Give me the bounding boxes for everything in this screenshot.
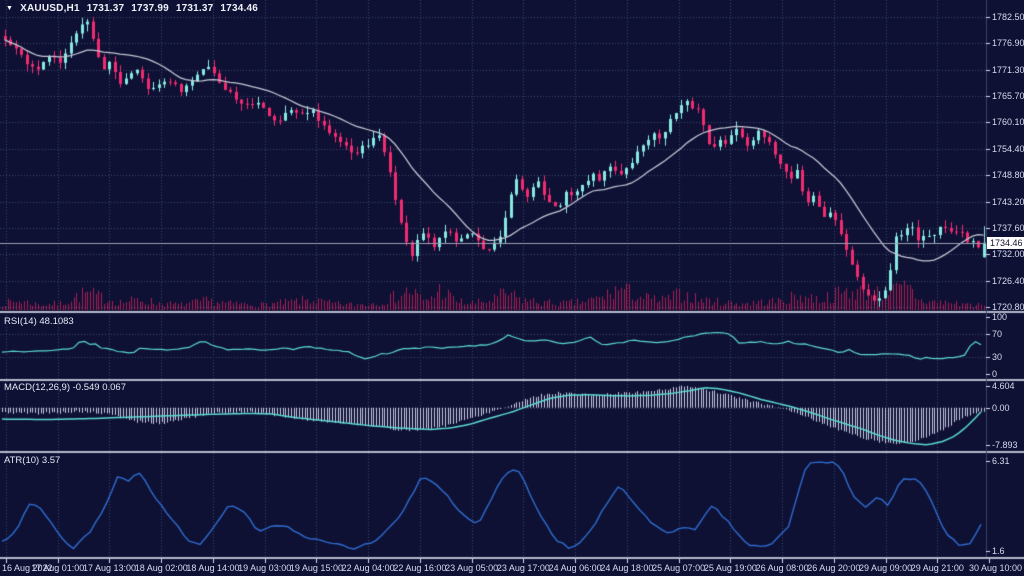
price-axis-label: 1720.80: [992, 302, 1024, 312]
chart-canvas[interactable]: [0, 0, 1024, 576]
price-axis-label: 1754.40: [992, 144, 1024, 154]
time-axis-label: 19 Aug 03:00: [238, 563, 291, 573]
atr-indicator-label: ATR(10) 3.57: [4, 455, 60, 466]
price-axis-label: 1737.60: [992, 223, 1024, 233]
ohlc-close: 1734.46: [220, 3, 258, 14]
atr-scale-label: 1.6: [992, 546, 1005, 556]
price-axis-label: 1732.00: [992, 249, 1024, 259]
time-axis-label: 24 Aug 06:00: [549, 563, 602, 573]
ohlc-low: 1731.37: [176, 3, 214, 14]
chart-window: ▼ XAUUSD,H1 1731.37 1737.99 1731.37 1734…: [0, 0, 1024, 576]
atr-scale-label: 6.31: [992, 456, 1010, 466]
price-axis-label: 1726.40: [992, 276, 1024, 286]
price-axis-label: 1743.20: [992, 197, 1024, 207]
rsi-scale-label: 70: [992, 329, 1002, 339]
time-axis-label: 29 Aug 09:00: [859, 563, 912, 573]
rsi-scale-label: 0: [992, 369, 997, 379]
ohlc-high: 1737.99: [131, 3, 169, 14]
time-axis-label: 23 Aug 17:00: [497, 563, 550, 573]
time-axis-label: 18 Aug 02:00: [135, 563, 188, 573]
macd-scale-label: 4.604: [992, 381, 1015, 391]
time-axis-label: 30 Aug 10:00: [969, 563, 1022, 573]
time-axis-label: 26 Aug 08:00: [756, 563, 809, 573]
time-axis[interactable]: 16 Aug 202217 Aug 01:0017 Aug 13:0018 Au…: [0, 557, 1024, 576]
time-axis-label: 24 Aug 18:00: [600, 563, 653, 573]
time-axis-label: 18 Aug 14:00: [186, 563, 239, 573]
rsi-indicator-label: RSI(14) 48.1083: [4, 316, 74, 327]
macd-indicator-label: MACD(12,26,9) -0.549 0.067: [4, 382, 126, 393]
time-axis-label: 25 Aug 07:00: [652, 563, 705, 573]
price-axis-label: 1760.10: [992, 117, 1024, 127]
time-axis-label: 29 Aug 21:00: [911, 563, 964, 573]
rsi-scale-label: 100: [992, 312, 1007, 322]
time-axis-label: 19 Aug 15:00: [290, 563, 343, 573]
chart-header: ▼ XAUUSD,H1 1731.37 1737.99 1731.37 1734…: [6, 3, 258, 14]
time-axis-label: 23 Aug 05:00: [445, 563, 498, 573]
symbol-timeframe-label: XAUUSD,H1: [20, 3, 80, 14]
price-axis-label: 1771.30: [992, 65, 1024, 75]
price-axis[interactable]: 1782.50 1776.90 1771.30 1765.70 1760.10 1754.…: [986, 0, 1024, 557]
symbol-menu-icon[interactable]: ▼: [6, 5, 13, 12]
time-axis-label: 17 Aug 13:00: [83, 563, 136, 573]
time-axis-label: 25 Aug 19:00: [704, 563, 757, 573]
time-axis-label: 26 Aug 20:00: [807, 563, 860, 573]
macd-scale-label: -7.893: [992, 440, 1018, 450]
price-axis-label: 1782.50: [992, 12, 1024, 22]
price-axis-label: 1748.80: [992, 170, 1024, 180]
macd-scale-label: 0.00: [992, 403, 1010, 413]
price-axis-label: 1776.90: [992, 38, 1024, 48]
rsi-scale-label: 30: [992, 352, 1002, 362]
ohlc-open: 1731.37: [87, 3, 125, 14]
current-price-tag: 1734.46: [987, 237, 1024, 249]
time-axis-label: 22 Aug 04:00: [342, 563, 395, 573]
price-axis-label: 1765.70: [992, 91, 1024, 101]
time-axis-label: 22 Aug 16:00: [393, 563, 446, 573]
time-axis-label: 17 Aug 01:00: [31, 563, 84, 573]
